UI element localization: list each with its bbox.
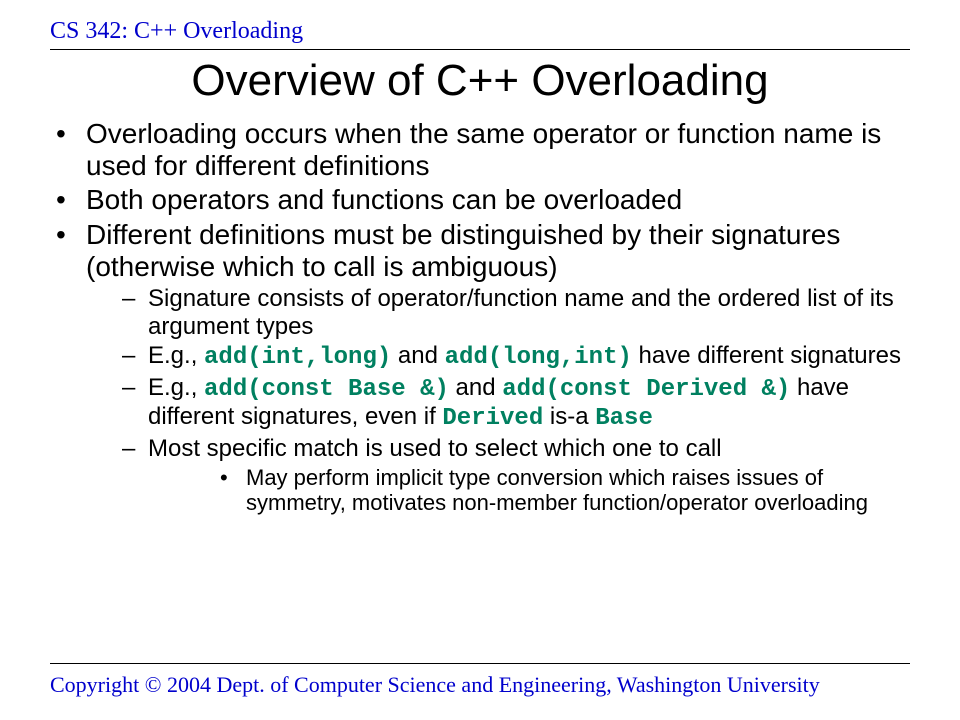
sub-bullet-item: E.g., add(int,long) and add(long,int) ha… [86, 342, 910, 372]
text-fragment: and [449, 374, 502, 401]
sub-sub-bullet-item: May perform implicit type conversion whi… [148, 465, 910, 516]
bullet-text: Different definitions must be distinguis… [86, 219, 840, 282]
bullet-item: Overloading occurs when the same operato… [50, 118, 910, 182]
sub-bullet-item: E.g., add(const Base &) and add(const De… [86, 374, 910, 433]
code-fragment: add(const Derived &) [502, 376, 790, 403]
sub-bullet-list: Signature consists of operator/function … [86, 285, 910, 515]
sub-sub-bullet-list: May perform implicit type conversion whi… [148, 465, 910, 516]
bullet-item: Both operators and functions can be over… [50, 184, 910, 216]
code-fragment: add(int,long) [204, 344, 391, 371]
main-bullet-list: Overloading occurs when the same operato… [50, 118, 910, 515]
text-fragment: is-a [543, 403, 595, 430]
sub-bullet-item: Signature consists of operator/function … [86, 285, 910, 340]
text-fragment: E.g., [148, 342, 204, 369]
code-fragment: Derived [442, 405, 543, 432]
sub-bullet-item: Most specific match is used to select wh… [86, 435, 910, 515]
text-fragment: and [391, 342, 444, 369]
slide-footer: Copyright © 2004 Dept. of Computer Scien… [50, 663, 910, 698]
slide-header: CS 342: C++ Overloading [50, 18, 910, 50]
bullet-item: Different definitions must be distinguis… [50, 219, 910, 516]
code-fragment: Base [595, 405, 653, 432]
text-fragment: have different signatures [632, 342, 901, 369]
bullet-text: Most specific match is used to select wh… [148, 435, 722, 462]
code-fragment: add(long,int) [445, 344, 632, 371]
code-fragment: add(const Base &) [204, 376, 449, 403]
slide-title: Overview of C++ Overloading [50, 56, 910, 106]
text-fragment: E.g., [148, 374, 204, 401]
